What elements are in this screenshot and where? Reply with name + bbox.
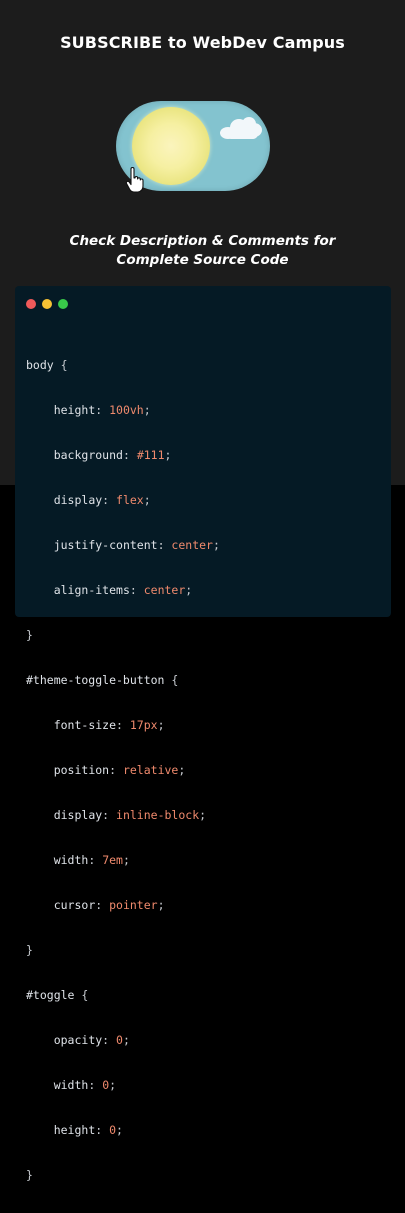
code-line: body {	[26, 358, 68, 372]
code-line: width: 0;	[53, 1078, 117, 1092]
code-line: #toggle {	[26, 988, 89, 1002]
code-line: justify-content: center;	[53, 538, 220, 552]
code-line: display: inline-block;	[53, 808, 207, 822]
code-line: display: flex;	[53, 493, 151, 507]
close-dot-icon	[26, 299, 36, 309]
notice-line-2: Complete Source Code	[116, 252, 289, 268]
css-code-block: body { height: 100vh; background: #111; …	[26, 328, 220, 1213]
code-line: position: relative;	[53, 763, 186, 777]
code-window: body { height: 100vh; background: #111; …	[15, 286, 391, 1182]
code-line: width: 7em;	[53, 853, 130, 867]
minimize-dot-icon	[42, 299, 52, 309]
code-line: #theme-toggle-button {	[26, 673, 179, 687]
notice-line-1: Check Description & Comments for	[69, 233, 336, 249]
subscribe-title: SUBSCRIBE to WebDev Campus	[60, 33, 345, 52]
cloud-icon	[216, 115, 266, 141]
code-line: }	[26, 943, 33, 957]
code-line: }	[26, 1168, 33, 1182]
code-line: align-items: center;	[53, 583, 193, 597]
source-code-notice: Check Description & Comments for Complet…	[0, 232, 405, 270]
code-line: height: 100vh;	[53, 403, 151, 417]
hand-pointer-icon	[125, 167, 144, 193]
code-line: }	[26, 628, 33, 642]
code-line: background: #111;	[53, 448, 172, 462]
code-line: cursor: pointer;	[53, 898, 165, 912]
code-line: opacity: 0;	[53, 1033, 130, 1047]
maximize-dot-icon	[58, 299, 68, 309]
code-line: height: 0;	[53, 1123, 123, 1137]
code-line: font-size: 17px;	[53, 718, 165, 732]
